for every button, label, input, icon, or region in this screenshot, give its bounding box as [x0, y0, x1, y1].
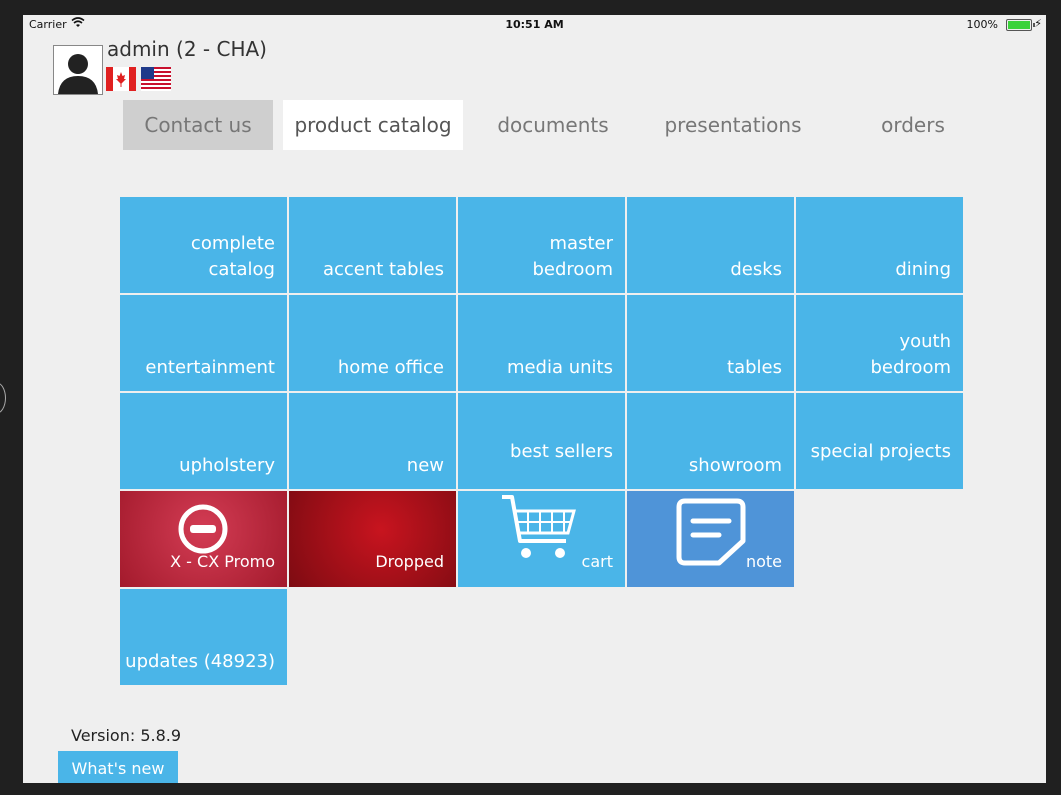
tile-label: entertainment — [145, 357, 275, 378]
tile-label: note — [745, 552, 782, 571]
tile-desks[interactable]: desks — [627, 197, 794, 293]
tile-cart[interactable]: cart — [458, 491, 625, 587]
tile-label: youth bedroom — [870, 331, 952, 378]
status-bar: Carrier 10:51 AM 100% ⚡ — [23, 15, 1046, 35]
tile-master-bedroom[interactable]: master bedroom — [458, 197, 625, 293]
tile-label: upholstery — [179, 455, 275, 476]
tile-showroom[interactable]: showroom — [627, 393, 794, 489]
tile-label: X - CX Promo — [170, 552, 275, 571]
tile-special-projects[interactable]: special projects — [796, 393, 963, 489]
tile-complete-catalog[interactable]: complete catalog — [120, 197, 287, 293]
tile-label: cart — [581, 552, 613, 571]
tile-best-sellers[interactable]: best sellers — [458, 393, 625, 489]
tile-label: showroom — [688, 455, 782, 476]
tile-entertainment[interactable]: entertainment — [120, 295, 287, 391]
charging-icon: ⚡ — [1034, 17, 1042, 30]
app-screen: Carrier 10:51 AM 100% ⚡ admin (2 - CHA) — [23, 15, 1046, 783]
tab-orders[interactable]: orders — [823, 100, 1003, 150]
battery-percent: 100% — [966, 18, 998, 31]
tile-label: media units — [506, 357, 613, 378]
tile-label: master bedroom — [532, 233, 614, 280]
clock: 10:51 AM — [505, 18, 564, 31]
tile-label: best sellers — [510, 441, 613, 462]
tile-label: desks — [730, 259, 782, 280]
tile-label: home office — [337, 357, 444, 378]
tile-upholstery[interactable]: upholstery — [120, 393, 287, 489]
tile-label: new — [406, 455, 444, 476]
battery-icon — [1006, 19, 1035, 31]
note-icon — [675, 497, 747, 572]
side-handle — [0, 382, 6, 414]
avatar[interactable] — [53, 45, 103, 95]
cart-icon — [498, 493, 578, 570]
whats-new-button[interactable]: What's new — [58, 751, 178, 783]
tile-label: complete catalog — [190, 233, 275, 280]
tile-label: special projects — [810, 441, 951, 462]
tile-media-units[interactable]: media units — [458, 295, 625, 391]
tile-youth-bedroom[interactable]: youth bedroom — [796, 295, 963, 391]
tile-label: updates (48923) — [125, 651, 275, 672]
tile-new[interactable]: new — [289, 393, 456, 489]
tile-label: tables — [727, 357, 782, 378]
tile-dropped[interactable]: Dropped — [289, 491, 456, 587]
canada-flag-icon[interactable] — [106, 67, 136, 91]
tile-home-office[interactable]: home office — [289, 295, 456, 391]
tile-note[interactable]: note — [627, 491, 794, 587]
tab-documents[interactable]: documents — [463, 100, 643, 150]
tile-accent-tables[interactable]: accent tables — [289, 197, 456, 293]
tile-label: Dropped — [375, 552, 444, 571]
usa-flag-icon[interactable] — [141, 67, 171, 91]
tab-contact-us[interactable]: Contact us — [123, 100, 273, 150]
tile-dining[interactable]: dining — [796, 197, 963, 293]
user-name: admin (2 - CHA) — [107, 37, 267, 61]
tab-presentations[interactable]: presentations — [643, 100, 823, 150]
tile-label: dining — [895, 259, 951, 280]
tile-updates[interactable]: updates (48923) — [120, 589, 287, 685]
tile-cx-promo[interactable]: X - CX Promo — [120, 491, 287, 587]
tile-tables[interactable]: tables — [627, 295, 794, 391]
tile-label: accent tables — [322, 259, 444, 280]
tab-product-catalog[interactable]: product catalog — [283, 100, 463, 150]
version-label: Version: 5.8.9 — [71, 726, 182, 745]
